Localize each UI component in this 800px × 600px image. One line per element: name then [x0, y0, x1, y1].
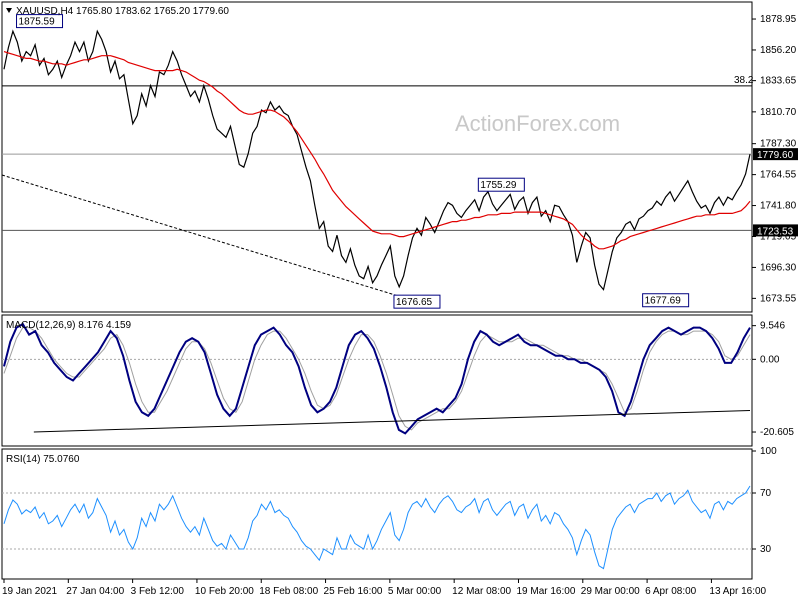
annotation-label: 1676.65	[396, 297, 433, 308]
x-tick-label: 10 Feb 20:00	[195, 586, 254, 597]
price-ytick-label: 1673.55	[760, 293, 797, 304]
price-tag-label: 1723.53	[757, 226, 794, 237]
annotation-label: 1755.29	[480, 180, 517, 191]
macd-ytick-label: 9.546	[760, 321, 785, 332]
watermark: ActionForex.com	[455, 111, 620, 136]
x-tick-label: 18 Feb 08:00	[259, 586, 318, 597]
macd-ytick-label: -20.605	[760, 427, 794, 438]
rsi-panel-frame	[1, 448, 753, 580]
x-tick-label: 19 Jan 2021	[2, 586, 57, 597]
price-ytick-label: 1833.65	[760, 76, 797, 87]
x-tick-label: 5 Mar 00:00	[388, 586, 442, 597]
rsi-series	[3, 485, 751, 570]
price-ytick-label: 1878.95	[760, 14, 797, 25]
price-panel-frame	[1, 1, 753, 313]
price-ytick-label: 1741.80	[760, 201, 797, 212]
price-series	[3, 29, 751, 291]
macd-header: MACD(12,26,9) 8.176 4.159	[6, 320, 132, 331]
price-ytick-label: 1764.55	[760, 170, 797, 181]
chart-canvas: ActionForex.com 1875.59 1755.29 1676.65 167…	[1, 1, 798, 597]
macd-series	[3, 322, 751, 435]
macd-ytick-label: 0.00	[760, 354, 780, 365]
rsi-ytick-label: 100	[760, 446, 777, 457]
x-tick-label: 12 Mar 08:00	[452, 586, 511, 597]
price-header: XAUUSD,H4 1765.80 1783.62 1765.20 1779.6…	[16, 6, 229, 17]
annotation-label: 1677.69	[645, 296, 682, 307]
rsi-ytick-label: 70	[760, 488, 772, 499]
x-tick-label: 6 Apr 08:00	[645, 586, 697, 597]
x-tick-label: 13 Apr 16:00	[709, 586, 766, 597]
x-tick-label: 29 Mar 00:00	[581, 586, 640, 597]
x-tick-label: 3 Feb 12:00	[131, 586, 185, 597]
x-tick-label: 19 Mar 16:00	[516, 586, 575, 597]
price-ytick-label: 1810.70	[760, 107, 797, 118]
price-tag-label: 1779.60	[757, 150, 794, 161]
rsi-ytick-label: 30	[760, 544, 772, 555]
fib-level-label: 38.2	[734, 75, 754, 86]
dashed-trendline	[1, 174, 406, 299]
price-ytick-label: 1696.30	[760, 262, 797, 273]
annotation-label: 1875.59	[19, 17, 56, 28]
rsi-header: RSI(14) 75.0760	[6, 454, 80, 465]
x-tick-label: 25 Feb 16:00	[324, 586, 383, 597]
macd-trendline	[33, 409, 751, 433]
price-ytick-label: 1856.20	[760, 45, 797, 56]
symbol-dropdown-icon[interactable]	[6, 8, 12, 13]
x-tick-label: 27 Jan 04:00	[66, 586, 124, 597]
price-ytick-label: 1787.30	[760, 139, 797, 150]
moving-average-series	[3, 51, 751, 250]
